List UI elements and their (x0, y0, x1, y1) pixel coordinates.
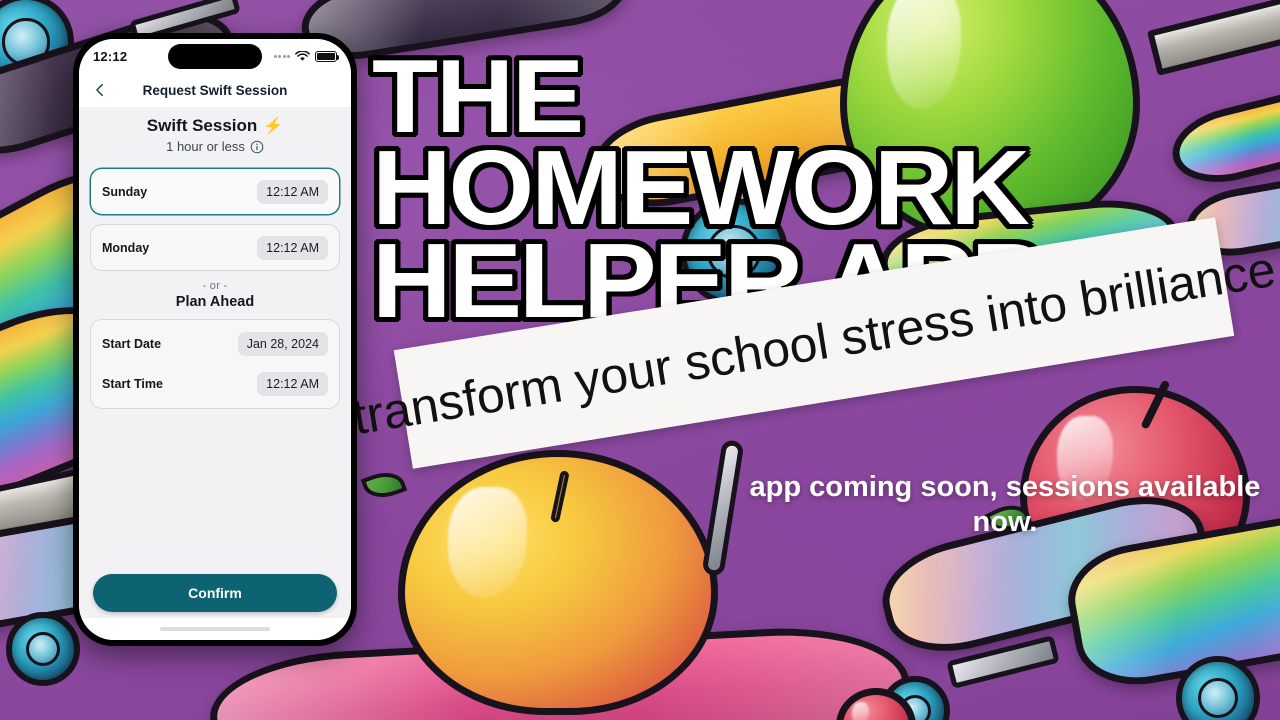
day-option-monday-label: Monday (102, 240, 150, 255)
session-subtitle-row: 1 hour or less (79, 139, 351, 154)
session-options-list: Sunday 12:12 AM Monday 12:12 AM - or - P… (79, 166, 351, 574)
page-title: Request Swift Session (142, 82, 288, 98)
day-option-sunday-time[interactable]: 12:12 AM (257, 179, 328, 204)
home-indicator-area (79, 618, 351, 640)
plan-ahead-title: Plan Ahead (175, 294, 255, 310)
session-header: Swift Session ⚡ 1 hour or less (79, 107, 351, 166)
apple-yellow-red (398, 450, 718, 715)
skateboard-wheel-bottomleft (6, 612, 80, 686)
phone-screen: 12:12 Request Swift Session Swift Sessio… (79, 39, 351, 640)
start-time-row[interactable]: Start Time 12:12 AM (91, 364, 339, 404)
poster-canvas: THE HOMEWORK HELPER APP transform your s… (0, 0, 1280, 720)
confirm-button[interactable]: Confirm (93, 574, 337, 612)
session-subtitle: 1 hour or less (166, 139, 245, 154)
status-time: 12:12 (93, 48, 128, 64)
status-bar: 12:12 (79, 39, 351, 73)
day-option-sunday[interactable]: Sunday 12:12 AM (90, 168, 340, 215)
wifi-icon (295, 50, 310, 61)
plan-ahead-card: Start Date Jan 28, 2024 Start Time 12:12… (90, 319, 340, 409)
lightning-bolt-icon: ⚡ (263, 118, 284, 135)
dynamic-island (168, 44, 262, 69)
start-date-label: Start Date (102, 337, 162, 351)
start-time-value[interactable]: 12:12 AM (257, 372, 328, 396)
info-circle-icon[interactable] (250, 140, 264, 154)
status-icons (273, 50, 339, 62)
start-time-label: Start Time (102, 377, 163, 391)
signal-dots-icon (273, 54, 290, 58)
availability-subline: app coming soon, sessions available now. (749, 471, 1261, 539)
footer-area: Confirm (79, 574, 351, 618)
day-option-monday-time[interactable]: 12:12 AM (257, 235, 328, 260)
home-indicator (160, 627, 270, 631)
session-title: Swift Session (146, 116, 258, 135)
or-separator: - or - (202, 280, 228, 292)
apple-red-corner (836, 688, 916, 720)
nav-bar: Request Swift Session (79, 73, 351, 107)
start-date-value[interactable]: Jan 28, 2024 (237, 332, 328, 356)
phone-mockup: 12:12 Request Swift Session Swift Sessio… (73, 33, 357, 646)
session-title-row: Swift Session ⚡ (147, 116, 283, 136)
start-date-row[interactable]: Start Date Jan 28, 2024 (91, 324, 339, 364)
battery-icon (315, 50, 339, 62)
day-option-monday[interactable]: Monday 12:12 AM (90, 224, 340, 271)
day-option-sunday-label: Sunday (102, 184, 148, 199)
